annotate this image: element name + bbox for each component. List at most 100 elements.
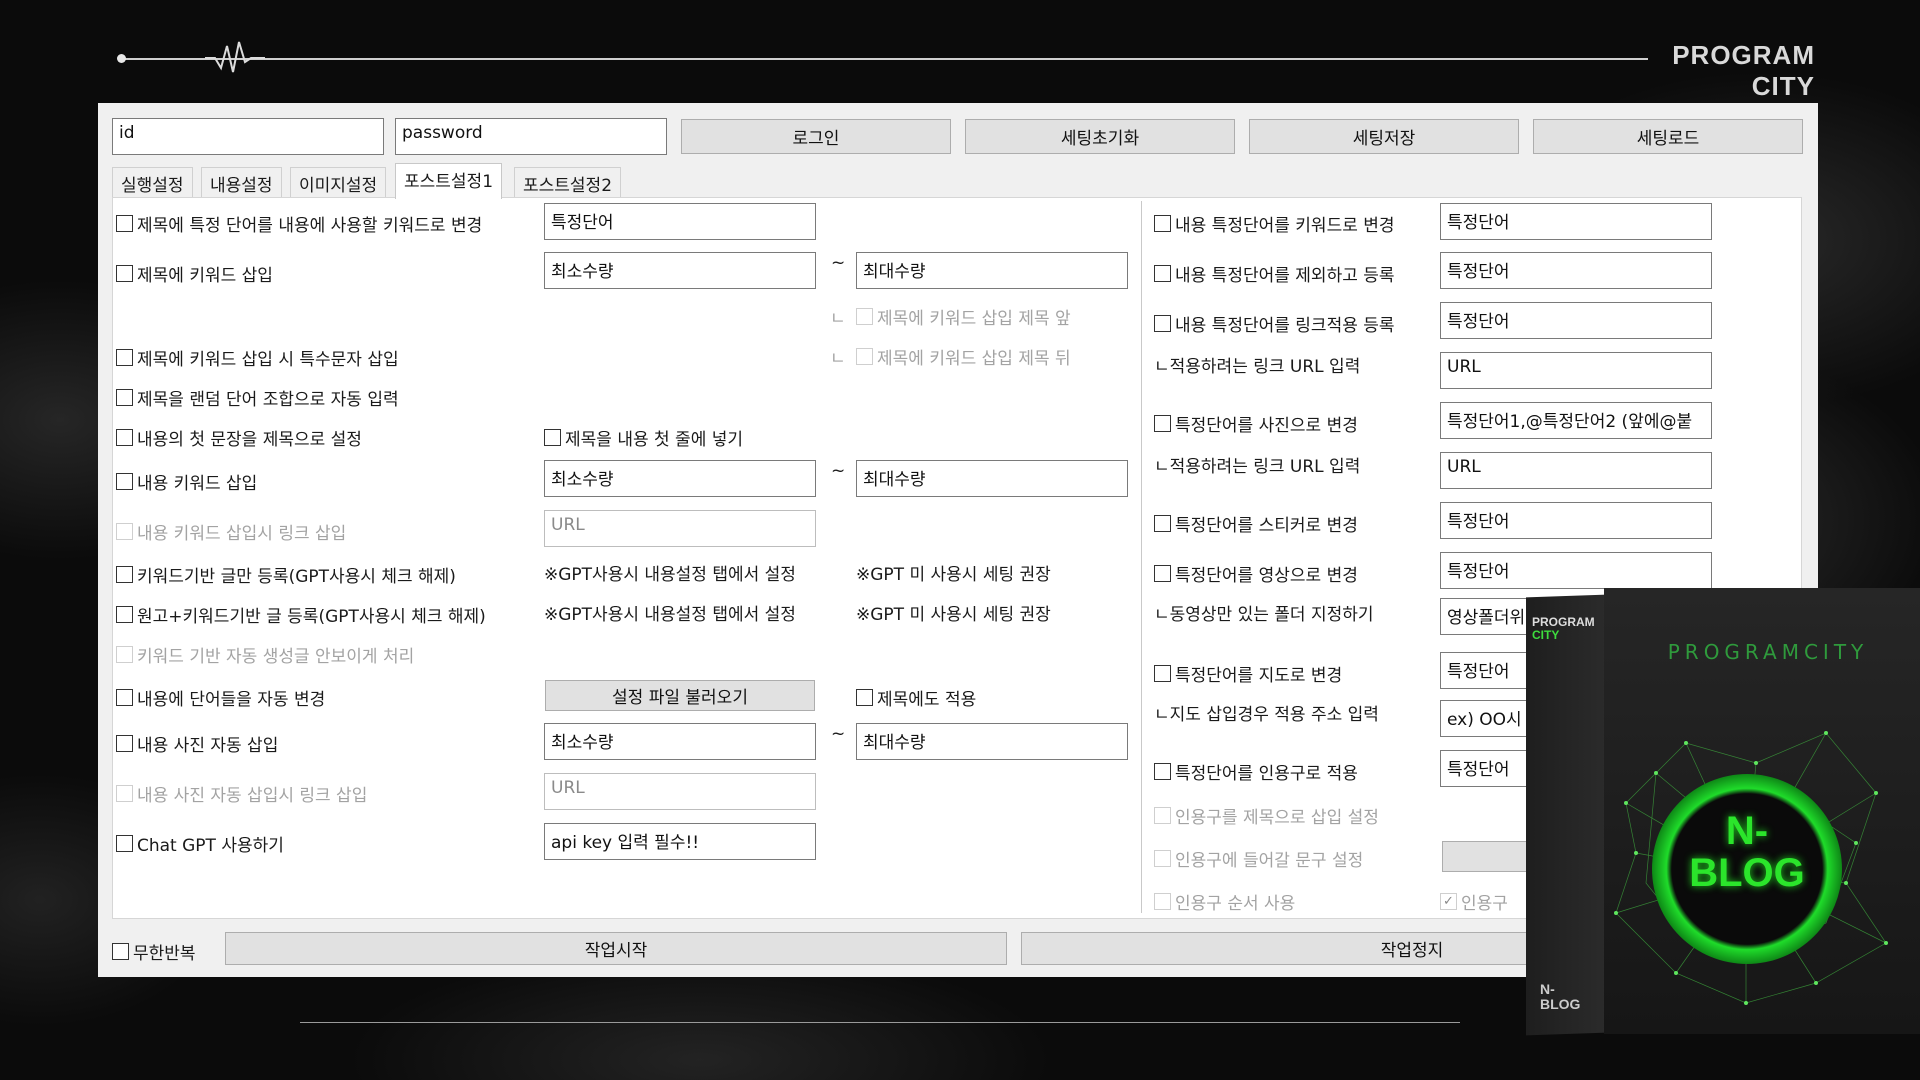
hide-auto-checkbox[interactable]: 키워드 기반 자동 생성글 안보이게 처리	[116, 642, 414, 667]
quote-order-checkbox[interactable]: 인용구 순서 사용	[1154, 889, 1295, 914]
checkbox-box[interactable]	[116, 835, 133, 852]
kw-exclude-checkbox[interactable]: 내용 특정단어를 제외하고 등록	[1154, 261, 1395, 286]
chatgpt-checkbox[interactable]: Chat GPT 사용하기	[116, 831, 284, 856]
checkbox-box[interactable]	[116, 523, 133, 540]
login-button[interactable]: 로그인	[681, 119, 951, 154]
brand-logo: PROGRAM CITY	[1672, 40, 1815, 102]
random-title-checkbox[interactable]: 제목을 랜덤 단어 조합으로 자동 입력	[116, 385, 399, 410]
checkbox-box[interactable]	[116, 349, 133, 366]
checkbox-label: 특정단어를 영상으로 변경	[1175, 566, 1358, 586]
insert-back-checkbox[interactable]: 제목에 키워드 삽입 제목 뒤	[856, 344, 1071, 369]
special-char-checkbox[interactable]: 제목에 키워드 삽입 시 특수문자 삽입	[116, 345, 399, 370]
checkbox-box[interactable]	[856, 689, 873, 706]
kw-link-input[interactable]: 특정단어	[1440, 302, 1712, 339]
checkbox-box[interactable]	[1154, 515, 1171, 532]
quote-title-checkbox[interactable]: 인용구를 제목으로 삽입 설정	[1154, 803, 1379, 828]
to-map-checkbox[interactable]: 특정단어를 지도로 변경	[1154, 661, 1342, 686]
gpt-not-used-note: ※GPT 미 사용시 세팅 권장	[856, 565, 1051, 585]
to-photo-input[interactable]: 특정단어1,@특정단어2 (앞에@붙	[1440, 402, 1712, 439]
checkbox-box[interactable]	[1154, 415, 1171, 432]
auto-photo-max-input[interactable]: 최대수량	[856, 723, 1128, 760]
checkbox-box[interactable]	[116, 606, 133, 623]
range-tilde: ~	[831, 724, 846, 744]
load-settings-button[interactable]: 세팅로드	[1533, 119, 1803, 154]
checkbox-box[interactable]	[116, 735, 133, 752]
auto-photo-checkbox[interactable]: 내용 사진 자동 삽입	[116, 731, 278, 756]
checkbox-box[interactable]	[1154, 565, 1171, 582]
tab-image-settings[interactable]: 이미지설정	[290, 167, 387, 197]
checkbox-box[interactable]	[116, 429, 133, 446]
side-brand-line2: CITY	[1532, 628, 1560, 642]
draft-keyword-checkbox[interactable]: 원고+키워드기반 글 등록(GPT사용시 체크 해제)	[116, 602, 486, 627]
title-keyword-insert-checkbox[interactable]: 제목에 키워드 삽입	[116, 261, 273, 286]
start-button[interactable]: 작업시작	[225, 932, 1007, 965]
checkbox-box[interactable]	[116, 473, 133, 490]
checkbox-box[interactable]	[116, 389, 133, 406]
photo-link-checkbox[interactable]: 내용 사진 자동 삽입시 링크 삽입	[116, 781, 367, 806]
checkbox-box[interactable]	[116, 689, 133, 706]
to-photo-checkbox[interactable]: 특정단어를 사진으로 변경	[1154, 411, 1358, 436]
checkbox-box[interactable]	[856, 348, 873, 365]
reset-settings-button[interactable]: 세팅초기화	[965, 119, 1235, 154]
checkbox-box[interactable]	[116, 566, 133, 583]
checkbox-box[interactable]	[1154, 265, 1171, 282]
photo-link-url-input[interactable]: URL	[1440, 452, 1712, 489]
checkbox-box[interactable]	[112, 943, 129, 960]
kw-exclude-input[interactable]: 특정단어	[1440, 252, 1712, 289]
infinite-loop-checkbox[interactable]: 무한반복	[112, 939, 196, 964]
tab-post-settings-2[interactable]: 포스트설정2	[514, 167, 622, 197]
to-video-input[interactable]: 특정단어	[1440, 552, 1712, 589]
content-keyword-max-input[interactable]: 최대수량	[856, 460, 1128, 497]
id-input[interactable]: id	[112, 118, 384, 155]
kw-link-checkbox[interactable]: 내용 특정단어를 링크적용 등록	[1154, 311, 1395, 336]
checkbox-label: 제목을 내용 첫 줄에 넣기	[565, 430, 744, 450]
keyword-only-checkbox[interactable]: 키워드기반 글만 등록(GPT사용시 체크 해제)	[116, 562, 456, 587]
content-keyword-checkbox[interactable]: 내용 키워드 삽입	[116, 469, 257, 494]
content-keyword-link-checkbox[interactable]: 내용 키워드 삽입시 링크 삽입	[116, 519, 346, 544]
kw-change-input[interactable]: 특정단어	[1440, 203, 1712, 240]
load-settings-file-button[interactable]: 설정 파일 불러오기	[545, 680, 815, 711]
to-quote-checkbox[interactable]: 특정단어를 인용구로 적용	[1154, 759, 1358, 784]
checkbox-box[interactable]	[1154, 315, 1171, 332]
checkbox-box[interactable]	[116, 646, 133, 663]
insert-front-checkbox[interactable]: 제목에 키워드 삽입 제목 앞	[856, 304, 1071, 329]
title-keyword-max-input[interactable]: 최대수량	[856, 252, 1128, 289]
auto-replace-checkbox[interactable]: 내용에 단어들을 자동 변경	[116, 685, 325, 710]
to-sticker-input[interactable]: 특정단어	[1440, 502, 1712, 539]
checkbox-box[interactable]	[1154, 807, 1171, 824]
content-keyword-url-input[interactable]: URL	[544, 510, 816, 547]
tab-post-settings-1[interactable]: 포스트설정1	[395, 163, 503, 199]
checkbox-box[interactable]	[1154, 215, 1171, 232]
checkbox-box[interactable]	[1154, 850, 1171, 867]
checkbox-box[interactable]	[1154, 665, 1171, 682]
api-key-input[interactable]: api key 입력 필수!!	[544, 823, 816, 860]
quote-phrase-checkbox[interactable]: 인용구에 들어갈 문구 설정	[1154, 846, 1363, 871]
product-logo-line1: N-	[1725, 809, 1769, 853]
quote-partial-checkbox[interactable]: ✓ 인용구	[1440, 889, 1508, 914]
to-sticker-checkbox[interactable]: 특정단어를 스티커로 변경	[1154, 511, 1358, 536]
checkbox-box[interactable]: ✓	[1440, 893, 1457, 910]
title-first-line-checkbox[interactable]: 제목을 내용 첫 줄에 넣기	[544, 425, 743, 450]
kw-change-checkbox[interactable]: 내용 특정단어를 키워드로 변경	[1154, 211, 1395, 236]
checkbox-box[interactable]	[856, 308, 873, 325]
checkbox-box[interactable]	[116, 215, 133, 232]
tab-run-settings[interactable]: 실행설정	[112, 167, 193, 197]
tab-content-settings[interactable]: 내용설정	[201, 167, 282, 197]
to-video-checkbox[interactable]: 특정단어를 영상으로 변경	[1154, 561, 1358, 586]
checkbox-box[interactable]	[544, 429, 561, 446]
title-keyword-change-checkbox[interactable]: 제목에 특정 단어를 내용에 사용할 키워드로 변경	[116, 211, 482, 236]
title-keyword-min-input[interactable]: 최소수량	[544, 252, 816, 289]
title-keyword-change-input[interactable]: 특정단어	[544, 203, 816, 240]
content-keyword-min-input[interactable]: 최소수량	[544, 460, 816, 497]
password-input[interactable]: password	[395, 118, 667, 155]
link-url-input[interactable]: URL	[1440, 352, 1712, 389]
checkbox-box[interactable]	[116, 785, 133, 802]
checkbox-box[interactable]	[1154, 763, 1171, 780]
checkbox-box[interactable]	[1154, 893, 1171, 910]
apply-title-checkbox[interactable]: 제목에도 적용	[856, 685, 976, 710]
checkbox-box[interactable]	[116, 265, 133, 282]
photo-link-url-input[interactable]: URL	[544, 773, 816, 810]
save-settings-button[interactable]: 세팅저장	[1249, 119, 1519, 154]
auto-photo-min-input[interactable]: 최소수량	[544, 723, 816, 760]
first-sentence-title-checkbox[interactable]: 내용의 첫 문장을 제목으로 설정	[116, 425, 362, 450]
